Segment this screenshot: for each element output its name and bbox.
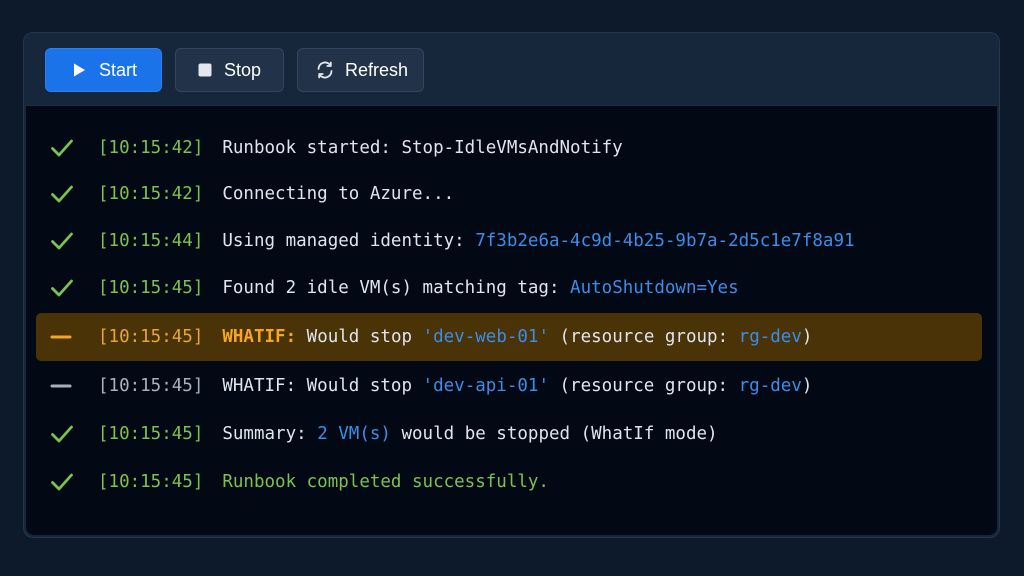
- checkmark-icon: [50, 471, 88, 493]
- log-message-segment: Summary:: [222, 424, 318, 444]
- log-message-segment: 'dev-web-01': [422, 327, 549, 347]
- log-message-segment: (resource group:: [549, 327, 739, 347]
- log-message-segment: Using managed identity:: [222, 231, 476, 251]
- log-message: Found 2 idle VM(s) matching tag: AutoShu…: [222, 278, 738, 298]
- log-message-segment: Found 2 idle VM(s) matching tag:: [222, 278, 571, 298]
- log-message-segment: rg-dev: [738, 376, 802, 396]
- stop-square-icon: [194, 59, 216, 81]
- runbook-output-window: Start Stop Refresh [10:15:42] Runbook sta…: [23, 32, 1000, 538]
- start-button-label: Start: [99, 59, 138, 80]
- log-timestamp: [10:15:45]: [98, 376, 204, 396]
- log-message: WHATIF: Would stop 'dev-web-01' (resourc…: [222, 327, 812, 347]
- checkmark-icon: [50, 137, 88, 159]
- stop-button[interactable]: Stop: [175, 48, 284, 92]
- log-entry: [10:15:45] Found 2 idle VM(s) matching ta…: [36, 264, 982, 312]
- log-entry: [10:15:44] Using managed identity: 7f3b2e…: [36, 217, 982, 265]
- log-message: Using managed identity: 7f3b2e6a-4c9d-4b…: [222, 231, 854, 251]
- log-message: WHATIF: Would stop 'dev-api-01' (resourc…: [222, 376, 812, 396]
- refresh-button[interactable]: Refresh: [297, 48, 424, 92]
- log-message-segment: 7f3b2e6a-4c9d-4b25-9b7a-2d5c1e7f8a91: [475, 231, 855, 251]
- log-timestamp: [10:15:42]: [98, 138, 204, 158]
- log-message-segment: Runbook completed successfully.: [222, 472, 549, 492]
- log-message-segment: rg-dev: [738, 327, 802, 347]
- log-message-segment: ): [801, 376, 813, 396]
- log-message: Runbook completed successfully.: [222, 472, 549, 492]
- log-message-segment: WHATIF:: [222, 327, 297, 347]
- log-entry: [10:15:42] Runbook started: Stop-IdleVMsA…: [36, 124, 982, 172]
- log-entry: [10:15:45] WHATIF: Would stop 'dev-api-01…: [36, 362, 982, 410]
- checkmark-icon: [50, 277, 88, 299]
- checkmark-icon: [50, 183, 88, 205]
- log-entry: [10:15:42] Connecting to Azure...: [36, 170, 982, 218]
- stop-button-label: Stop: [224, 59, 262, 80]
- log-timestamp: [10:15:44]: [98, 231, 204, 251]
- play-icon: [68, 59, 90, 81]
- log-entry-highlighted: [10:15:45] WHATIF: Would stop 'dev-web-01…: [36, 313, 982, 361]
- refresh-button-label: Refresh: [345, 59, 409, 80]
- log-message-segment: Connecting to Azure...: [222, 184, 455, 204]
- checkmark-icon: [50, 423, 88, 445]
- log-message-segment: WHATIF: Would stop: [222, 376, 423, 396]
- log-message-segment: ): [801, 327, 813, 347]
- log-message: Runbook started: Stop-IdleVMsAndNotify: [222, 138, 622, 158]
- log-timestamp: [10:15:45]: [98, 327, 204, 347]
- log-message: Summary: 2 VM(s) would be stopped (WhatI…: [222, 424, 717, 444]
- log-timestamp: [10:15:45]: [98, 278, 204, 298]
- dash-icon: [50, 326, 88, 348]
- log-message-segment: 2 VM(s): [317, 424, 391, 444]
- log-message-segment: AutoShutdown=Yes: [570, 278, 739, 298]
- dash-icon: [50, 375, 88, 397]
- log-entry: [10:15:45] Runbook completed successfully…: [36, 458, 982, 506]
- log-timestamp: [10:15:42]: [98, 184, 204, 204]
- log-message-segment: (resource group:: [548, 376, 739, 396]
- toolbar: Start Stop Refresh: [24, 33, 999, 105]
- log-timestamp: [10:15:45]: [98, 424, 204, 444]
- log-message-segment: would be stopped (WhatIf mode): [390, 424, 718, 444]
- log-message-segment: Would stop: [296, 327, 423, 347]
- log-timestamp: [10:15:45]: [98, 472, 204, 492]
- refresh-icon: [314, 59, 336, 81]
- checkmark-icon: [50, 230, 88, 252]
- log-console[interactable]: [10:15:42] Runbook started: Stop-IdleVMsA…: [26, 105, 997, 535]
- start-button[interactable]: Start: [45, 48, 162, 92]
- log-message-segment: 'dev-api-01': [422, 376, 549, 396]
- log-entry: [10:15:45] Summary: 2 VM(s) would be stop…: [36, 410, 982, 458]
- log-message: Connecting to Azure...: [222, 184, 454, 204]
- log-message-segment: Runbook started: Stop-IdleVMsAndNotify: [222, 138, 623, 158]
